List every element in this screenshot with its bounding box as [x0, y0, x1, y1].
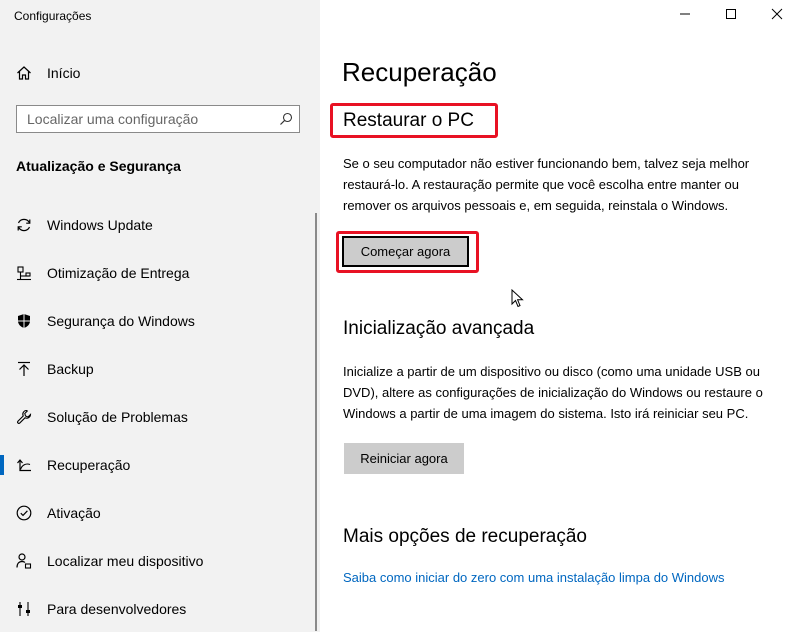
person-location-icon [16, 553, 32, 569]
recovery-icon [16, 457, 32, 473]
shield-icon [16, 313, 32, 329]
advanced-heading: Inicialização avançada [343, 318, 535, 339]
sidebar-item-label: Windows Update [47, 217, 153, 233]
sidebar-item-developers[interactable]: Para desenvolvedores [0, 589, 316, 629]
app-title: Configurações [14, 9, 92, 23]
maximize-button[interactable] [708, 0, 754, 32]
minimize-button[interactable] [662, 0, 708, 32]
sidebar-item-find-my-device[interactable]: Localizar meu dispositivo [0, 541, 316, 581]
clean-install-link[interactable]: Saiba como iniciar do zero com uma insta… [343, 570, 725, 585]
advanced-description: Inicialize a partir de um dispositivo ou… [343, 364, 763, 421]
sidebar-item-label: Solução de Problemas [47, 409, 188, 425]
reset-heading: Restaurar o PC [343, 110, 474, 131]
sidebar-item-label: Para desenvolvedores [47, 601, 187, 617]
search-icon[interactable] [279, 112, 293, 126]
sidebar-home[interactable]: Início [0, 58, 320, 88]
section-title: Atualização e Segurança [16, 158, 181, 174]
developer-sliders-icon [16, 601, 32, 617]
sidebar-item-activation[interactable]: Ativação [0, 493, 316, 533]
home-icon [16, 65, 32, 81]
sidebar-item-label: Ativação [47, 505, 101, 521]
sidebar-item-backup[interactable]: Backup [0, 349, 316, 389]
close-icon [771, 7, 783, 25]
search-box[interactable] [16, 105, 300, 133]
page-title: Recuperação [342, 57, 497, 87]
search-input[interactable] [17, 106, 277, 132]
sidebar-item-recovery[interactable]: Recuperação [0, 445, 316, 485]
sidebar-item-label: Recuperação [47, 457, 131, 473]
sync-icon [16, 217, 32, 233]
delivery-optimization-icon [16, 265, 32, 281]
sidebar-item-label: Backup [47, 361, 94, 377]
sidebar-item-windows-security[interactable]: Segurança do Windows [0, 301, 316, 341]
sidebar-item-troubleshoot[interactable]: Solução de Problemas [0, 397, 316, 437]
close-button[interactable] [754, 0, 800, 32]
mouse-cursor-icon [511, 288, 525, 314]
get-started-button[interactable]: Começar agora [342, 236, 469, 267]
sidebar-scrollbar[interactable] [315, 213, 317, 631]
selection-indicator [0, 455, 4, 475]
sidebar-item-delivery-optimization[interactable]: Otimização de Entrega [0, 253, 316, 293]
restart-now-button[interactable]: Reiniciar agora [344, 443, 464, 474]
maximize-icon [725, 7, 737, 25]
backup-arrow-icon [16, 361, 32, 377]
check-circle-icon [16, 505, 32, 521]
wrench-icon [16, 409, 32, 425]
minimize-icon [679, 7, 691, 25]
sidebar: Configurações Início Atualização e Segur… [0, 0, 320, 632]
sidebar-home-label: Início [47, 65, 81, 81]
sidebar-item-label: Otimização de Entrega [47, 265, 190, 281]
sidebar-item-label: Segurança do Windows [47, 313, 195, 329]
sidebar-item-windows-update[interactable]: Windows Update [0, 205, 316, 245]
more-options-heading: Mais opções de recuperação [343, 526, 587, 547]
reset-description: Se o seu computador não estiver funciona… [343, 156, 750, 213]
sidebar-item-label: Localizar meu dispositivo [47, 553, 204, 569]
